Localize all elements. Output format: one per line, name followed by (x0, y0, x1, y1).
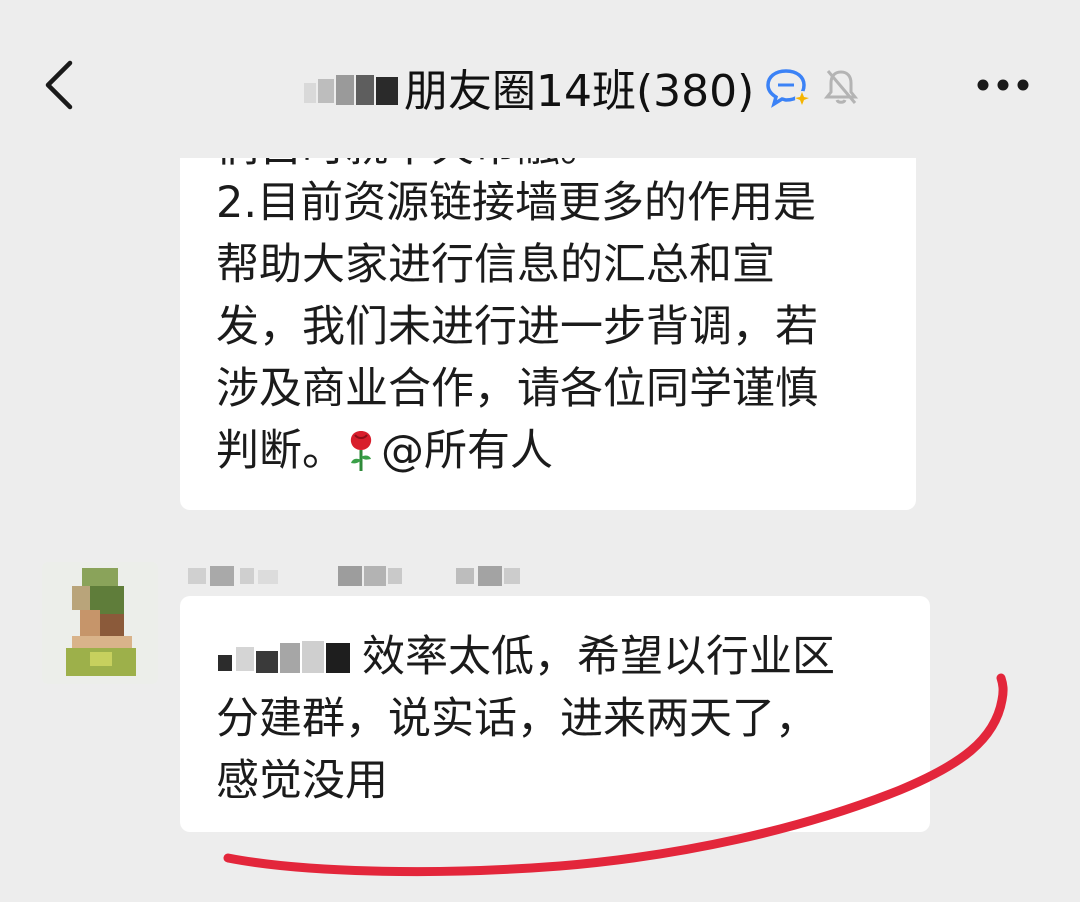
chat-title-text: 朋友圈14班(380) (404, 66, 755, 117)
chat-header: 朋友圈14班(380) (0, 0, 1080, 158)
back-button[interactable] (30, 50, 90, 120)
message-bubble[interactable]: 们自时就十火市融。 2.目前资源链接墙更多的作用是 帮助大家进行信息的汇总和宣 … (180, 96, 916, 510)
redacted-mention (216, 637, 356, 677)
bell-muted-icon (822, 67, 860, 107)
message-line-last: 判断。 @所有人 (216, 420, 896, 490)
message-text: 效率太低，希望以行业区 分建群，说实话，进来两天了， 感觉没用 (216, 626, 916, 812)
message-text-rest: 效率太低，希望以行业区 (362, 632, 835, 682)
redacted-sender-name (188, 566, 528, 586)
rose-icon (345, 427, 377, 490)
message-line: 2.目前资源链接墙更多的作用是 (216, 178, 817, 228)
chat-screen: 朋友圈14班(380) 2.目前资源链接墙更多的作用是 帮助大家进行信息的汇总和… (0, 0, 1080, 902)
message-text-prefix: 判断。 (216, 426, 345, 476)
more-button[interactable] (968, 60, 1038, 110)
avatar[interactable] (42, 562, 158, 684)
chat-title: 朋友圈14班(380) (300, 52, 860, 122)
redacted-group-name (300, 69, 402, 105)
chevron-left-icon (45, 60, 73, 110)
message-line: 感觉没用 (216, 756, 388, 806)
message-bubble[interactable]: 效率太低，希望以行业区 分建群，说实话，进来两天了， 感觉没用 (180, 596, 930, 832)
message-text: 2.目前资源链接墙更多的作用是 帮助大家进行信息的汇总和宣 发，我们未进行进一步… (216, 172, 896, 490)
message-line: 分建群，说实话，进来两天了， (216, 694, 818, 744)
message-line: 帮助大家进行信息的汇总和宣 (216, 240, 775, 290)
more-horizontal-icon (977, 79, 1029, 91)
mention-all[interactable]: @所有人 (381, 426, 553, 476)
chat-bubble-icon (764, 66, 810, 108)
message-line: 发，我们未进行进一步背调，若 (216, 302, 818, 352)
message-line: 涉及商业合作，请各位同学谨慎 (216, 364, 818, 414)
message-line: 效率太低，希望以行业区 (216, 626, 916, 688)
